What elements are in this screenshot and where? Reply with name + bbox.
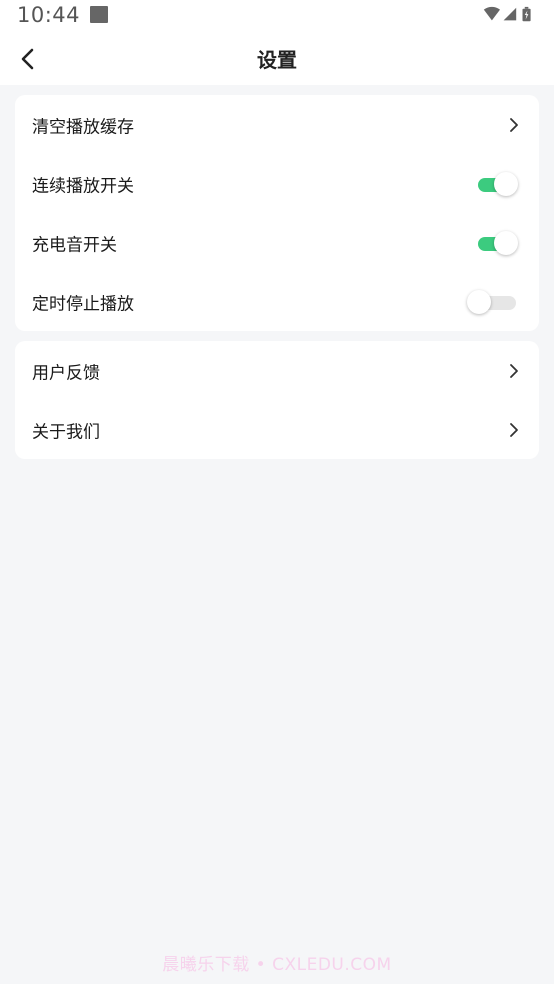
settings-group-about: 用户反馈 关于我们 (15, 341, 539, 459)
continuous-play-toggle[interactable] (478, 171, 518, 197)
app-header: 设置 (0, 32, 554, 85)
status-icons (483, 6, 531, 22)
charging-sound-toggle[interactable] (478, 230, 518, 256)
settings-row-feedback[interactable]: 用户反馈 (15, 341, 539, 400)
toggle-knob (494, 171, 518, 196)
chevron-right-icon (510, 363, 518, 378)
status-time: 10:44 (17, 3, 81, 27)
row-label: 定时停止播放 (32, 294, 134, 314)
settings-row-sleep-timer: 定时停止播放 (15, 272, 539, 331)
chevron-right-icon (510, 117, 518, 132)
settings-row-charging-sound: 充电音开关 (15, 213, 539, 272)
row-label: 连续播放开关 (32, 176, 134, 196)
watermark: 晨曦乐下载 • CXLEDU.COM (162, 955, 392, 975)
row-label: 清空播放缓存 (32, 117, 134, 137)
settings-row-about-us[interactable]: 关于我们 (15, 400, 539, 459)
chevron-right-icon (510, 422, 518, 437)
battery-icon (522, 6, 531, 22)
wifi-icon (483, 6, 500, 21)
page-title: 设置 (257, 48, 297, 72)
row-label: 用户反馈 (32, 363, 100, 383)
toggle-knob (494, 230, 518, 255)
sleep-timer-toggle[interactable] (467, 289, 516, 315)
settings-row-continuous-play: 连续播放开关 (15, 154, 539, 213)
notification-square-icon (90, 6, 108, 23)
toggle-knob (467, 289, 491, 314)
settings-group-playback: 清空播放缓存 连续播放开关 充电音开关 定时停止播放 (15, 95, 539, 331)
status-bar: 10:44 (0, 0, 554, 32)
row-label: 充电音开关 (32, 235, 117, 255)
row-label: 关于我们 (32, 422, 100, 442)
signal-icon (503, 7, 517, 21)
settings-row-clear-cache[interactable]: 清空播放缓存 (15, 95, 539, 154)
